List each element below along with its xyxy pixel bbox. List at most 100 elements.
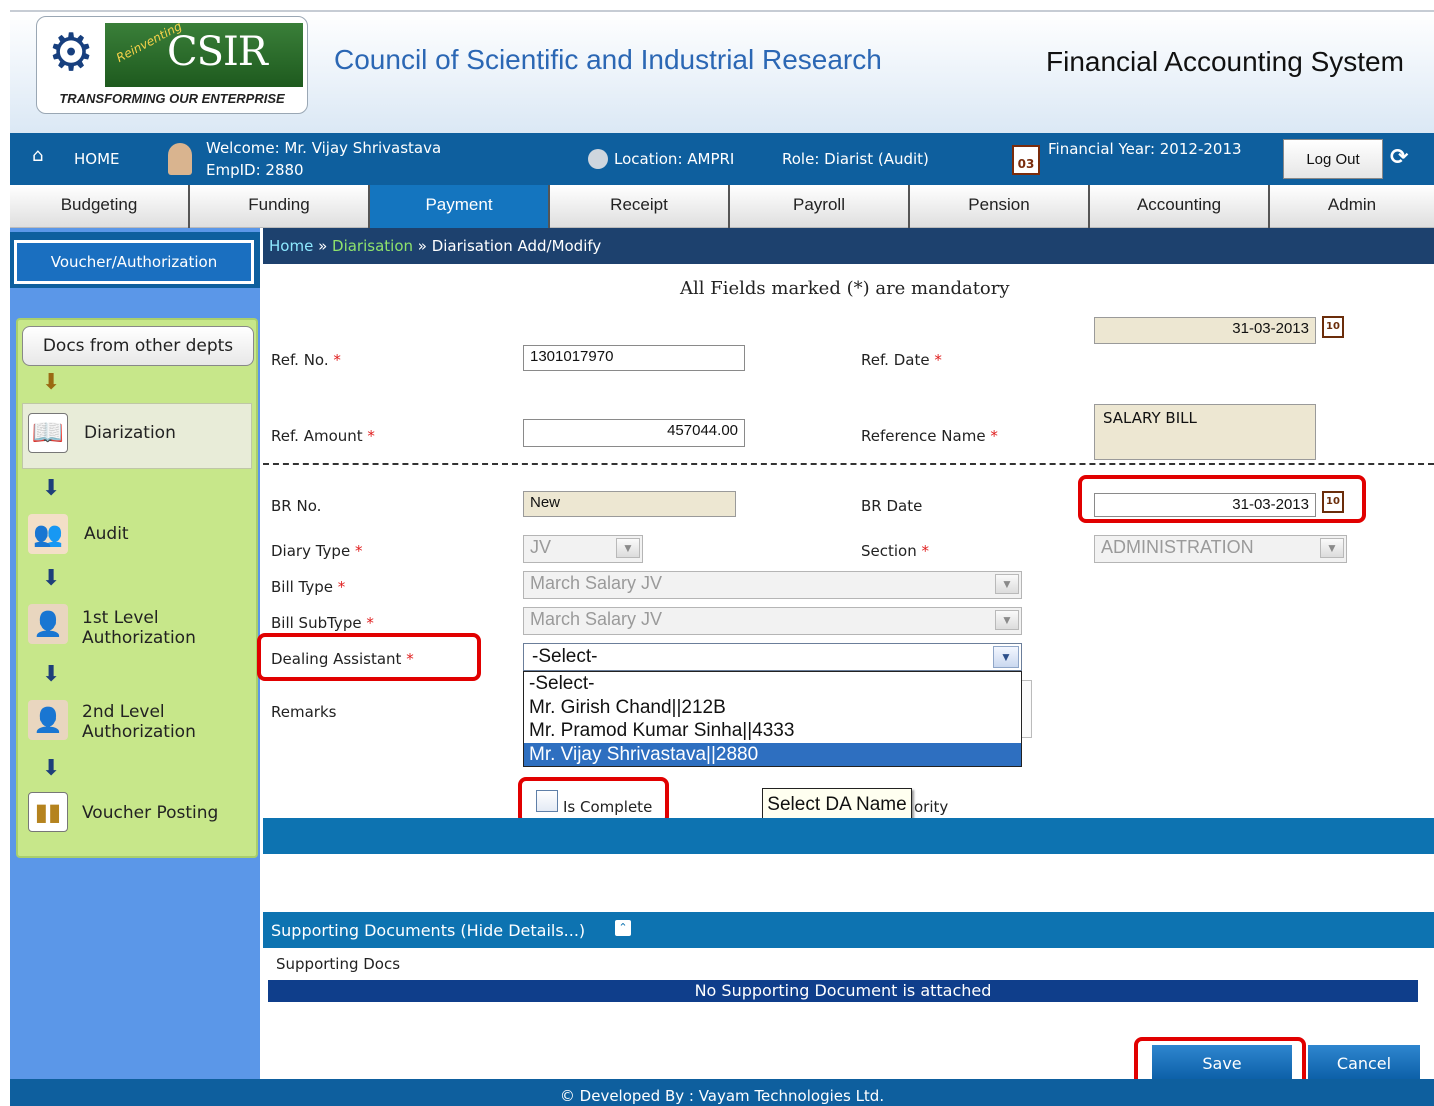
required-marker: * [328,351,341,369]
chevron-down-icon[interactable]: ▼ [993,646,1019,668]
bill-subtype-select[interactable]: March Salary JV ▼ [523,607,1022,635]
home-link[interactable]: HOME [74,150,120,168]
users-icon: 👥 [28,514,68,554]
required-marker: * [362,427,375,445]
ref-no-label: Ref. No. * [271,351,341,369]
ref-date-label-text: Ref. Date [861,351,930,369]
main-menu: Budgeting Funding Payment Receipt Payrol… [10,185,1434,228]
br-no-input[interactable]: New [523,491,736,517]
supporting-documents-header[interactable]: Supporting Documents (Hide Details...) ⌃ [263,912,1434,948]
bill-type-label: Bill Type * [271,578,345,596]
ref-amount-input[interactable]: 457044.00 [523,419,745,447]
dealing-assistant-dropdown-list: -Select- Mr. Girish Chand||212B Mr. Pram… [523,671,1022,767]
reference-name-textarea[interactable]: SALARY BILL [1094,404,1316,460]
ref-date-label: Ref. Date * [861,351,942,369]
menu-payment[interactable]: Payment [370,185,550,228]
form-footer-bar [263,818,1434,854]
sidebar-tab-voucher-authorization[interactable]: Voucher/Authorization [14,240,254,284]
logo-tagline: TRANSFORMING OUR ENTERPRISE [59,91,285,106]
workflow-step-2nd-level-authorization[interactable]: 2nd Level Authorization [82,702,196,742]
user-bar: ⌂ HOME Welcome: Mr. Vijay Shrivastava Em… [10,133,1434,185]
menu-pension[interactable]: Pension [910,185,1090,228]
step-label-line1: 2nd Level [82,702,165,722]
org-title: Council of Scientific and Industrial Res… [334,44,882,75]
mandatory-note: All Fields marked (*) are mandatory [680,278,1010,299]
menu-funding[interactable]: Funding [190,185,370,228]
workflow-step-voucher-posting[interactable]: Voucher Posting [82,803,218,823]
menu-budgeting[interactable]: Budgeting [10,185,190,228]
workflow-step-diarization[interactable]: Diarization [84,423,176,443]
ref-amount-label-text: Ref. Amount [271,427,363,445]
priority-label-partial: ority [914,798,949,816]
workflow-step-1st-level-authorization[interactable]: 1st Level Authorization [82,608,196,648]
binders-icon: ▮▮ [28,792,68,832]
csir-logo: ⚙ Reinventing CSIR TRANSFORMING OUR ENTE… [36,16,308,114]
docs-from-other-depts-button[interactable]: Docs from other depts [22,326,254,366]
user-avatar-icon [168,143,192,175]
section-value: ADMINISTRATION [1101,537,1254,557]
diary-type-select[interactable]: JV ▼ [523,535,643,563]
book-icon: 📖 [28,413,68,453]
dropdown-option-selected[interactable]: Mr. Vijay Shrivastava||2880 [524,742,1021,766]
calendar-icon: 03 [1012,145,1040,175]
chevron-down-icon: ▼ [1320,538,1344,558]
down-arrow-icon: ⬇ [42,566,61,591]
logout-button[interactable]: Log Out [1283,139,1383,179]
tooltip: Select DA Name [762,788,912,822]
section-select[interactable]: ADMINISTRATION ▼ [1094,535,1347,563]
chevron-down-icon: ▼ [616,538,640,558]
financial-year-text: Financial Year: 2012-2013 [1048,140,1242,158]
calendar-icon[interactable]: 10 [1322,316,1344,338]
required-marker: * [333,578,346,596]
breadcrumb-home[interactable]: Home [269,237,313,255]
reference-name-label-text: Reference Name [861,427,986,445]
menu-payroll[interactable]: Payroll [730,185,910,228]
reference-name-label: Reference Name * [861,427,998,445]
supporting-documents-title: Supporting Documents (Hide Details...) [271,921,586,940]
br-no-label: BR No. [271,497,322,515]
diary-type-label-text: Diary Type [271,542,351,560]
dropdown-option[interactable]: Mr. Pramod Kumar Sinha||4333 [524,719,1021,743]
breadcrumb-separator: » [313,237,333,255]
br-date-label: BR Date [861,497,923,515]
ref-no-input[interactable]: 1301017970 [523,345,745,371]
role-text: Role: Diarist (Audit) [782,150,929,168]
menu-accounting[interactable]: Accounting [1090,185,1270,228]
footer: © Developed By : Vayam Technologies Ltd. [10,1079,1434,1106]
required-marker: * [361,614,374,632]
chevron-down-icon: ▼ [995,610,1019,630]
dealing-assistant-select[interactable]: -Select- ▼ [523,643,1022,671]
collapse-icon[interactable]: ⌃ [615,920,631,936]
gear-emblem-icon: ⚙ [47,23,95,83]
refresh-icon[interactable]: ⟳ [1390,145,1408,170]
down-arrow-icon: ⬇ [42,370,61,395]
logo-name: CSIR [167,29,268,75]
home-icon[interactable]: ⌂ [32,145,43,166]
section-divider [263,463,1434,465]
emp-id-text: EmpID: 2880 [206,161,304,179]
diary-type-label: Diary Type * [271,542,362,560]
bill-subtype-label-text: Bill SubType [271,614,362,632]
menu-admin[interactable]: Admin [1270,185,1434,228]
no-supporting-document-message: No Supporting Document is attached [268,980,1418,1002]
step-label-line1: 1st Level [82,608,159,628]
menu-receipt[interactable]: Receipt [550,185,730,228]
required-marker: * [985,427,998,445]
ref-date-input[interactable]: 31-03-2013 [1094,317,1316,344]
down-arrow-icon: ⬇ [42,756,61,781]
dropdown-option[interactable]: Mr. Girish Chand||212B [524,696,1021,720]
section-label-text: Section [861,542,917,560]
ref-amount-label: Ref. Amount * [271,427,375,445]
location-text: Location: AMPRI [614,150,735,168]
step-label-line2: Authorization [82,628,196,648]
workflow-step-audit[interactable]: Audit [84,524,129,544]
step-label-line2: Authorization [82,722,196,742]
user-male-icon: 👤 [28,700,68,740]
breadcrumb-diarisation[interactable]: Diarisation [332,237,413,255]
bill-type-select[interactable]: March Salary JV ▼ [523,571,1022,599]
dropdown-option[interactable]: -Select- [524,672,1021,696]
cancel-button[interactable]: Cancel [1308,1045,1420,1081]
down-arrow-icon: ⬇ [42,662,61,687]
globe-icon [588,149,608,169]
system-title: Financial Accounting System [1046,46,1404,77]
